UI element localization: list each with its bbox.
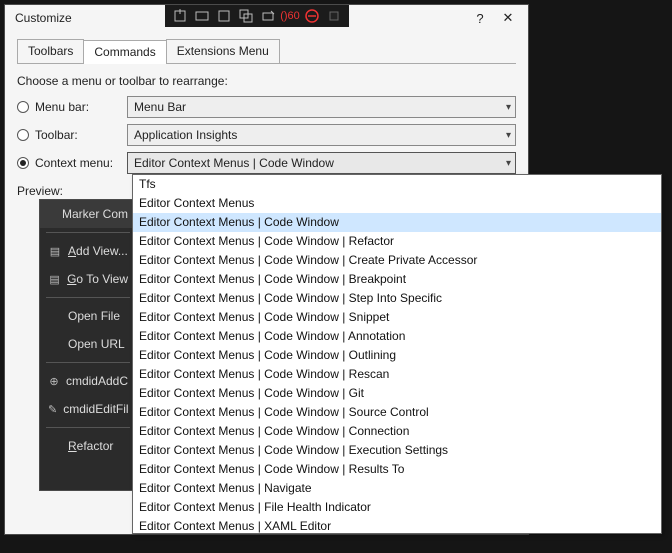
dropdown-item[interactable]: Editor Context Menus | Code Window | Sou…: [133, 403, 661, 422]
dropdown-item[interactable]: Editor Context Menus | Code Window: [133, 213, 661, 232]
preview-item[interactable]: ▤ Add View...: [40, 237, 136, 265]
preview-item-label: Marker Com: [62, 207, 128, 221]
separator: [46, 362, 130, 363]
dropdown-item[interactable]: Editor Context Menus | Code Window | Res…: [133, 460, 661, 479]
dropdown-item[interactable]: Editor Context Menus | File Health Indic…: [133, 498, 661, 517]
preview-panel: Marker Com ▤ Add View... ▤ Go To View Open Fi…: [39, 199, 137, 491]
tool-icon-2[interactable]: [193, 7, 211, 25]
row-toolbar: Toolbar: Application Insights ▾: [17, 122, 516, 148]
dropdown-item[interactable]: Editor Context Menus | Code Window | Ref…: [133, 232, 661, 251]
instruction-text: Choose a menu or toolbar to rearrange:: [17, 74, 516, 88]
dropdown-item[interactable]: Editor Context Menus | Code Window | Res…: [133, 365, 661, 384]
preview-item[interactable]: ⊕ cmdidAddC: [40, 367, 136, 395]
chevron-down-icon: ▾: [506, 158, 511, 169]
separator: [46, 232, 130, 233]
tool-icon-1[interactable]: [171, 7, 189, 25]
separator: [46, 297, 130, 298]
dropdown-item[interactable]: Editor Context Menus | Code Window | Sni…: [133, 308, 661, 327]
tab-commands[interactable]: Commands: [83, 40, 166, 64]
preview-item[interactable]: ✎ cmdidEditFil: [40, 395, 136, 423]
preview-item[interactable]: Marker Com: [40, 200, 136, 228]
tab-toolbars[interactable]: Toolbars: [17, 39, 84, 63]
radio-context-label: Context menu:: [35, 156, 113, 170]
separator: [46, 427, 130, 428]
combo-menubar-value: Menu Bar: [134, 100, 186, 114]
row-menubar: Menu bar: Menu Bar ▾: [17, 94, 516, 120]
preview-item-label: Refactor: [68, 439, 113, 453]
row-context: Context menu: Editor Context Menus | Cod…: [17, 150, 516, 176]
stop-icon[interactable]: [303, 7, 321, 25]
titlebar: Customize ()60 ? ✕: [5, 5, 528, 31]
radio-context[interactable]: [17, 157, 29, 169]
preview-item-label: Open File: [68, 309, 120, 323]
combo-toolbar[interactable]: Application Insights ▾: [127, 124, 516, 146]
dropdown-item[interactable]: Editor Context Menus: [133, 194, 661, 213]
radio-toolbar-label: Toolbar:: [35, 128, 78, 142]
dropdown-item[interactable]: Editor Context Menus | Code Window | Con…: [133, 422, 661, 441]
combo-toolbar-value: Application Insights: [134, 128, 237, 142]
radio-menubar[interactable]: [17, 101, 29, 113]
edit-icon: ✎: [48, 402, 57, 416]
preview-item-label: Open URL: [68, 337, 125, 351]
preview-item[interactable]: Open URL: [40, 330, 136, 358]
dropdown-item[interactable]: Editor Context Menus | XAML Editor: [133, 517, 661, 534]
dropdown-item[interactable]: Editor Context Menus | Code Window | Ann…: [133, 327, 661, 346]
preview-item-label: cmdidEditFil: [63, 402, 128, 416]
doc-icon: ▤: [48, 244, 62, 258]
dropdown-item[interactable]: Editor Context Menus | Navigate: [133, 479, 661, 498]
titlebar-toolstrip: ()60: [165, 5, 349, 27]
dialog-title: Customize: [15, 11, 72, 25]
combo-menubar[interactable]: Menu Bar ▾: [127, 96, 516, 118]
close-button[interactable]: ✕: [494, 8, 522, 28]
plus-icon: ⊕: [48, 374, 60, 388]
dropdown-item[interactable]: Tfs: [133, 175, 661, 194]
help-button[interactable]: ?: [466, 8, 494, 28]
dropdown-item[interactable]: Editor Context Menus | Code Window | Git: [133, 384, 661, 403]
preview-item-label: cmdidAddC: [66, 374, 128, 388]
tool-icon-3[interactable]: [215, 7, 233, 25]
tool-icon-5[interactable]: [259, 7, 277, 25]
radio-toolbar[interactable]: [17, 129, 29, 141]
preview-item[interactable]: Open File: [40, 302, 136, 330]
dropdown-item[interactable]: Editor Context Menus | Code Window | Bre…: [133, 270, 661, 289]
tool-icon-8[interactable]: [325, 7, 343, 25]
preview-item[interactable]: Refactor: [40, 432, 136, 460]
doc-icon: ▤: [48, 272, 61, 286]
chevron-down-icon: ▾: [506, 130, 511, 141]
tool-icon-4[interactable]: [237, 7, 255, 25]
dropdown-item[interactable]: Editor Context Menus | Code Window | Out…: [133, 346, 661, 365]
record-badge[interactable]: ()60: [281, 7, 299, 25]
dropdown-item[interactable]: Editor Context Menus | Code Window | Cre…: [133, 251, 661, 270]
radio-menubar-label: Menu bar:: [35, 100, 89, 114]
dropdown-item[interactable]: Editor Context Menus | Code Window | Exe…: [133, 441, 661, 460]
preview-item[interactable]: ▤ Go To View: [40, 265, 136, 293]
preview-item-label: Go To View: [67, 272, 128, 286]
combo-context-value: Editor Context Menus | Code Window: [134, 156, 334, 170]
context-menu-dropdown[interactable]: TfsEditor Context MenusEditor Context Me…: [132, 174, 662, 534]
tab-extensions[interactable]: Extensions Menu: [166, 39, 280, 63]
chevron-down-icon: ▾: [506, 102, 511, 113]
record-badge-count: 60: [288, 10, 300, 22]
preview-item-label: Add View...: [68, 244, 128, 258]
combo-context[interactable]: Editor Context Menus | Code Window ▾: [127, 152, 516, 174]
tab-strip: Toolbars Commands Extensions Menu: [17, 39, 516, 64]
dropdown-item[interactable]: Editor Context Menus | Code Window | Ste…: [133, 289, 661, 308]
